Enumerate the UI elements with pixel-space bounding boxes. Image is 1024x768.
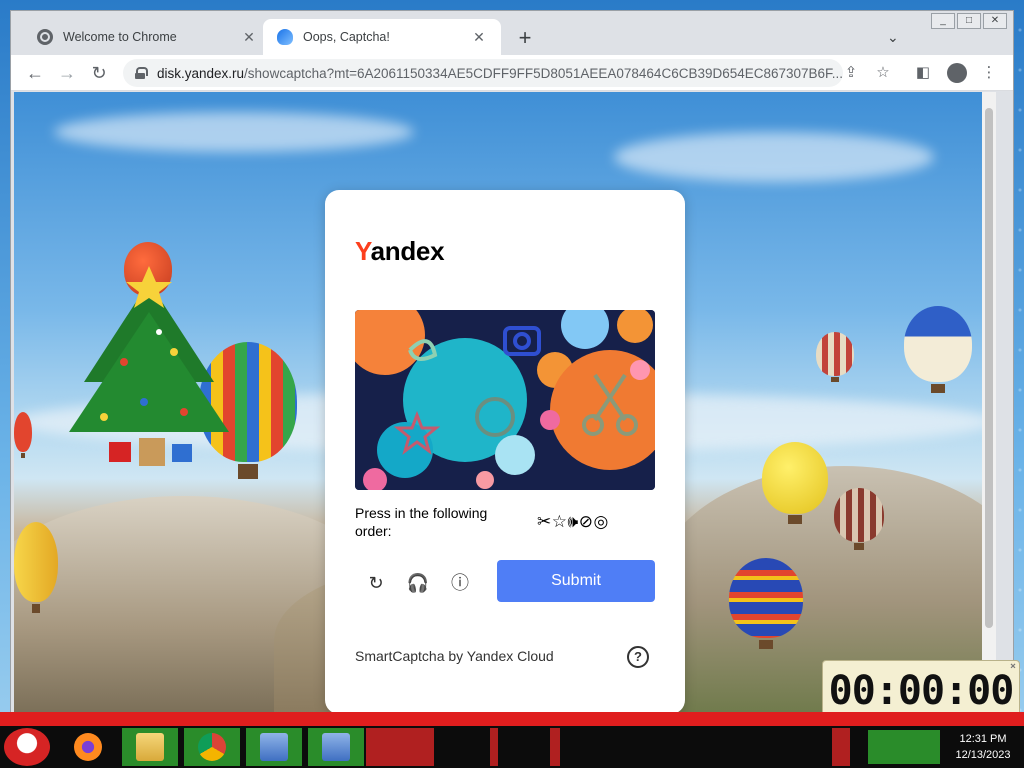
refresh-icon[interactable]: ↻ bbox=[363, 570, 389, 596]
reload-button[interactable]: ↻ bbox=[87, 61, 111, 85]
window-controls: _ □ ✕ bbox=[931, 13, 1007, 29]
bookmark-star-icon[interactable]: ☆ bbox=[871, 61, 895, 85]
help-icon[interactable]: ? bbox=[627, 646, 649, 668]
tab-title: Welcome to Chrome bbox=[63, 30, 177, 44]
url-path: /showcaptcha?mt=6A2061150334AE5CDFF9FF5D… bbox=[244, 65, 843, 81]
globe-icon bbox=[37, 29, 53, 45]
balloon bbox=[816, 332, 854, 383]
balloon bbox=[762, 442, 828, 525]
taskbar-empty-slot bbox=[366, 728, 434, 766]
headphones-icon[interactable]: 🎧 bbox=[405, 570, 431, 596]
balloon bbox=[14, 522, 58, 614]
captcha-footer: SmartCaptcha by Yandex Cloud bbox=[355, 648, 554, 664]
tab-welcome[interactable]: Welcome to Chrome ✕ bbox=[23, 19, 271, 55]
computer-taskbar-button[interactable] bbox=[246, 728, 302, 766]
page-viewport: Yandex Press in the following order: ✂☆🕪… bbox=[14, 92, 996, 716]
taskbar-clock[interactable]: 12:31 PM 12/13/2023 bbox=[944, 731, 1022, 763]
taskbar-divider bbox=[490, 728, 498, 766]
timer-close-icon[interactable]: × bbox=[1010, 661, 1016, 673]
yandex-disk-icon bbox=[277, 29, 293, 45]
yandex-logo: Yandex bbox=[355, 236, 445, 266]
address-bar[interactable]: disk.yandex.ru/showcaptcha?mt=6A20611503… bbox=[123, 59, 843, 87]
chrome-icon bbox=[198, 733, 226, 761]
christmas-tree-decoration bbox=[69, 266, 229, 466]
menu-icon[interactable]: ⋮ bbox=[977, 61, 1001, 85]
forward-button[interactable]: → bbox=[55, 61, 79, 85]
captcha-card: Yandex Press in the following order: ✂☆🕪… bbox=[325, 190, 685, 714]
balloon bbox=[834, 488, 884, 550]
new-tab-button[interactable]: + bbox=[513, 27, 537, 51]
clock-date: 12/13/2023 bbox=[955, 749, 1011, 761]
maximize-button[interactable]: □ bbox=[957, 13, 981, 29]
browser-window: Welcome to Chrome ✕ Oops, Captcha! ✕ + ⌄… bbox=[10, 10, 1014, 718]
scrollbar-thumb[interactable] bbox=[985, 108, 993, 628]
computer-icon bbox=[260, 733, 288, 761]
cloud bbox=[54, 112, 414, 152]
close-window-button[interactable]: ✕ bbox=[983, 13, 1007, 29]
clock-time: 12:31 PM bbox=[959, 733, 1007, 745]
firefox-icon bbox=[74, 733, 102, 761]
tab-captcha[interactable]: Oops, Captcha! ✕ bbox=[263, 19, 501, 55]
system-tray[interactable] bbox=[868, 730, 940, 764]
profile-avatar[interactable] bbox=[947, 63, 967, 83]
firefox-taskbar-button[interactable] bbox=[60, 728, 116, 766]
balloon bbox=[904, 306, 972, 393]
back-button[interactable]: ← bbox=[23, 61, 47, 85]
taskbar: 12:31 PM 12/13/2023 bbox=[0, 726, 1024, 768]
tab-strip: Welcome to Chrome ✕ Oops, Captcha! ✕ + ⌄… bbox=[11, 11, 1013, 55]
share-icon[interactable]: ⇪ bbox=[839, 61, 863, 85]
balloon bbox=[729, 558, 803, 650]
explorer-taskbar-button[interactable] bbox=[122, 728, 178, 766]
cloud bbox=[614, 132, 934, 182]
info-icon[interactable]: ⓘ bbox=[447, 570, 473, 596]
side-panel-icon[interactable]: ◧ bbox=[911, 61, 935, 85]
computer-taskbar-button-2[interactable] bbox=[308, 728, 364, 766]
computer-icon bbox=[322, 733, 350, 761]
browser-toolbar: ← → ↻ disk.yandex.ru/showcaptcha?mt=6A20… bbox=[11, 55, 1013, 91]
folder-icon bbox=[136, 733, 164, 761]
captcha-image[interactable] bbox=[355, 310, 655, 490]
show-desktop-button[interactable] bbox=[832, 728, 850, 766]
lock-icon[interactable] bbox=[135, 67, 148, 79]
timer-display: 00:00:00 bbox=[828, 668, 1015, 714]
submit-button[interactable]: Submit bbox=[497, 560, 655, 602]
close-tab-icon[interactable]: ✕ bbox=[471, 29, 487, 46]
start-button[interactable] bbox=[4, 728, 50, 766]
close-tab-icon[interactable]: ✕ bbox=[241, 29, 257, 46]
tab-search-button[interactable]: ⌄ bbox=[887, 29, 899, 46]
url-host: disk.yandex.ru bbox=[157, 65, 245, 81]
minimize-button[interactable]: _ bbox=[931, 13, 955, 29]
vertical-scrollbar[interactable] bbox=[982, 92, 996, 716]
tab-title: Oops, Captcha! bbox=[303, 30, 390, 44]
taskbar-decoration bbox=[0, 712, 1024, 726]
order-icons-sequence: ✂☆🕪⊘◎ bbox=[537, 512, 609, 531]
captcha-instruction: Press in the following order: bbox=[355, 505, 488, 539]
chrome-taskbar-button[interactable] bbox=[184, 728, 240, 766]
taskbar-divider bbox=[550, 728, 560, 766]
balloon bbox=[14, 412, 32, 458]
